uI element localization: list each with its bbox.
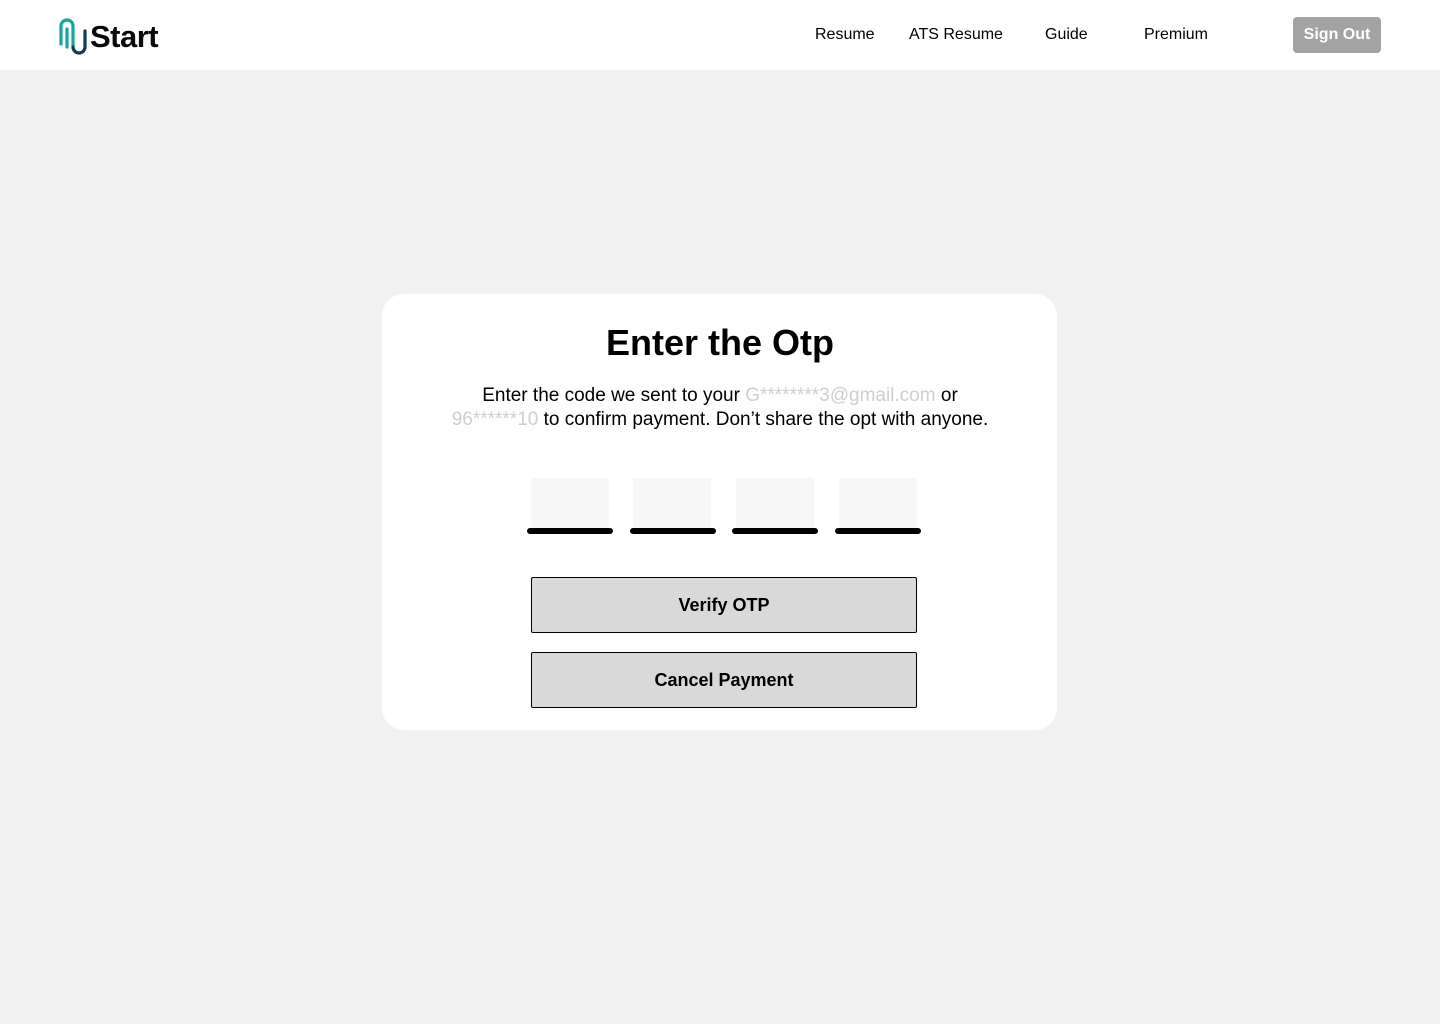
description-or: or [935,385,958,406]
description-suffix: to confirm payment. Don’t share the opt … [538,409,989,430]
nav-resume[interactable]: Resume [815,25,875,45]
logo[interactable]: Start [58,16,159,56]
logo-text: Start [90,18,159,54]
nav-guide[interactable]: Guide [1045,25,1088,45]
otp-title: Enter the Otp [605,322,834,363]
cancel-payment-button[interactable]: Cancel Payment [531,652,917,708]
top-navbar: Start Resume ATS Resume Guide Premium Si… [0,0,1440,70]
masked-phone: 96******10 [451,409,539,430]
otp-digit-2-underline [630,528,716,534]
nav-ats-resume[interactable]: ATS Resume [909,25,1003,45]
otp-digit-3[interactable] [736,478,814,528]
otp-digit-4-underline [835,528,921,534]
sign-out-button[interactable]: Sign Out [1293,17,1381,53]
masked-email: G********3@gmail.com [745,385,936,406]
otp-digit-1[interactable] [531,478,609,528]
nav-premium[interactable]: Premium [1144,25,1208,45]
paperclip-logo-icon [59,18,87,55]
verify-otp-button[interactable]: Verify OTP [531,577,917,633]
otp-digit-1-underline [527,528,613,534]
otp-digit-3-underline [732,528,818,534]
otp-description: Enter the code we sent to your G********… [420,384,1020,432]
otp-digit-4[interactable] [839,478,917,528]
description-prefix: Enter the code we sent to your [482,385,746,406]
otp-digit-2[interactable] [633,478,711,528]
